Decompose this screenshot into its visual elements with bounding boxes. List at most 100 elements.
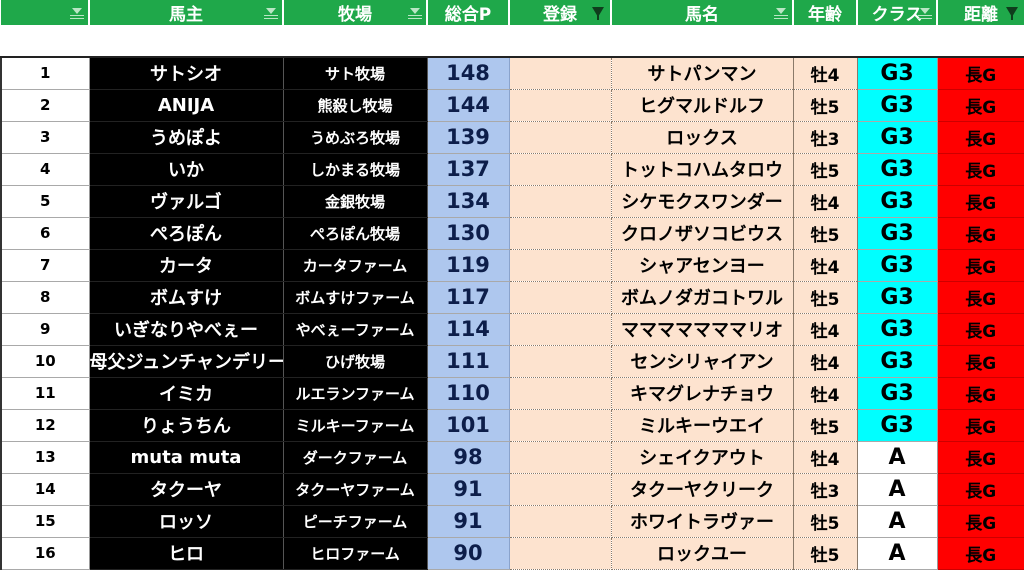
- row-number[interactable]: 16: [0, 537, 90, 570]
- points-cell[interactable]: 134: [427, 185, 510, 218]
- row-number[interactable]: 2: [0, 89, 90, 122]
- age-cell[interactable]: 牡4: [793, 249, 858, 282]
- registered-cell[interactable]: [509, 409, 612, 442]
- distance-cell[interactable]: 長G: [937, 537, 1024, 570]
- horse-name-cell[interactable]: シケモクスワンダー: [611, 185, 794, 218]
- age-cell[interactable]: 牡5: [793, 217, 858, 250]
- registered-cell[interactable]: [509, 313, 612, 346]
- points-cell[interactable]: 119: [427, 249, 510, 282]
- farm-cell[interactable]: ピーチファーム: [283, 505, 428, 538]
- points-cell[interactable]: 91: [427, 505, 510, 538]
- registered-cell[interactable]: [509, 505, 612, 538]
- distance-cell[interactable]: 長G: [937, 505, 1024, 538]
- age-cell[interactable]: 牡4: [793, 441, 858, 474]
- farm-cell[interactable]: カータファーム: [283, 249, 428, 282]
- points-cell[interactable]: 139: [427, 121, 510, 154]
- farm-cell[interactable]: 金銀牧場: [283, 185, 428, 218]
- filter-dropdown-icon[interactable]: [408, 8, 422, 20]
- farm-cell[interactable]: やべぇーファーム: [283, 313, 428, 346]
- row-number[interactable]: 7: [0, 249, 90, 282]
- class-cell[interactable]: G3: [857, 249, 938, 282]
- distance-cell[interactable]: 長G: [937, 56, 1024, 90]
- age-cell[interactable]: 牡5: [793, 281, 858, 314]
- distance-cell[interactable]: 長G: [937, 89, 1024, 122]
- active-filter-icon[interactable]: [1006, 7, 1018, 20]
- distance-cell[interactable]: 長G: [937, 121, 1024, 154]
- class-cell[interactable]: G3: [857, 153, 938, 186]
- points-cell[interactable]: 137: [427, 153, 510, 186]
- owner-cell[interactable]: ヒロ: [89, 537, 284, 570]
- owner-cell[interactable]: muta muta: [89, 441, 284, 474]
- points-cell[interactable]: 90: [427, 537, 510, 570]
- registered-cell[interactable]: [509, 377, 612, 410]
- registered-cell[interactable]: [509, 121, 612, 154]
- filter-dropdown-icon[interactable]: [70, 8, 84, 20]
- registered-cell[interactable]: [509, 153, 612, 186]
- class-cell[interactable]: G3: [857, 185, 938, 218]
- distance-cell[interactable]: 長G: [937, 313, 1024, 346]
- age-cell[interactable]: 牡5: [793, 153, 858, 186]
- farm-cell[interactable]: ひげ牧場: [283, 345, 428, 378]
- row-number[interactable]: 12: [0, 409, 90, 442]
- class-cell[interactable]: G3: [857, 377, 938, 410]
- row-number[interactable]: 4: [0, 153, 90, 186]
- horse-name-cell[interactable]: トットコハムタロウ: [611, 153, 794, 186]
- age-cell[interactable]: 牡5: [793, 537, 858, 570]
- points-cell[interactable]: 98: [427, 441, 510, 474]
- class-cell[interactable]: G3: [857, 409, 938, 442]
- class-cell[interactable]: G3: [857, 217, 938, 250]
- owner-cell[interactable]: カータ: [89, 249, 284, 282]
- horse-name-cell[interactable]: シェイクアウト: [611, 441, 794, 474]
- filter-dropdown-icon[interactable]: [774, 8, 788, 20]
- owner-cell[interactable]: りょうちん: [89, 409, 284, 442]
- points-cell[interactable]: 91: [427, 473, 510, 506]
- registered-cell[interactable]: [509, 56, 612, 90]
- distance-cell[interactable]: 長G: [937, 185, 1024, 218]
- row-number[interactable]: 15: [0, 505, 90, 538]
- owner-cell[interactable]: ボムすけ: [89, 281, 284, 314]
- horse-name-cell[interactable]: ロックユー: [611, 537, 794, 570]
- owner-cell[interactable]: ぺろぽん: [89, 217, 284, 250]
- age-cell[interactable]: 牡4: [793, 345, 858, 378]
- horse-name-cell[interactable]: マママママママリオ: [611, 313, 794, 346]
- farm-cell[interactable]: ダークファーム: [283, 441, 428, 474]
- horse-name-cell[interactable]: シャアセンヨー: [611, 249, 794, 282]
- horse-name-cell[interactable]: タクーヤクリーク: [611, 473, 794, 506]
- horse-name-cell[interactable]: センシリャイアン: [611, 345, 794, 378]
- row-number[interactable]: 11: [0, 377, 90, 410]
- owner-cell[interactable]: 母父ジュンチャンデリーチ: [89, 345, 284, 378]
- class-cell[interactable]: G3: [857, 281, 938, 314]
- registered-cell[interactable]: [509, 249, 612, 282]
- owner-cell[interactable]: いか: [89, 153, 284, 186]
- age-cell[interactable]: 牡4: [793, 313, 858, 346]
- class-cell[interactable]: A: [857, 441, 938, 474]
- age-cell[interactable]: 牡5: [793, 505, 858, 538]
- row-number[interactable]: 1: [0, 56, 90, 90]
- row-number[interactable]: 5: [0, 185, 90, 218]
- distance-cell[interactable]: 長G: [937, 249, 1024, 282]
- distance-cell[interactable]: 長G: [937, 473, 1024, 506]
- class-cell[interactable]: G3: [857, 345, 938, 378]
- row-number[interactable]: 3: [0, 121, 90, 154]
- registered-cell[interactable]: [509, 537, 612, 570]
- age-cell[interactable]: 牡4: [793, 377, 858, 410]
- distance-cell[interactable]: 長G: [937, 441, 1024, 474]
- class-cell[interactable]: G3: [857, 313, 938, 346]
- class-cell[interactable]: G3: [857, 121, 938, 154]
- points-cell[interactable]: 110: [427, 377, 510, 410]
- registered-cell[interactable]: [509, 185, 612, 218]
- horse-name-cell[interactable]: サトパンマン: [611, 56, 794, 90]
- row-number[interactable]: 8: [0, 281, 90, 314]
- registered-cell[interactable]: [509, 473, 612, 506]
- row-number[interactable]: 14: [0, 473, 90, 506]
- owner-cell[interactable]: いぎなりやべぇー: [89, 313, 284, 346]
- row-number[interactable]: 9: [0, 313, 90, 346]
- owner-cell[interactable]: ロッソ: [89, 505, 284, 538]
- class-cell[interactable]: A: [857, 473, 938, 506]
- points-cell[interactable]: 101: [427, 409, 510, 442]
- class-cell[interactable]: G3: [857, 89, 938, 122]
- active-filter-icon[interactable]: [592, 7, 604, 20]
- row-number[interactable]: 13: [0, 441, 90, 474]
- registered-cell[interactable]: [509, 441, 612, 474]
- points-cell[interactable]: 117: [427, 281, 510, 314]
